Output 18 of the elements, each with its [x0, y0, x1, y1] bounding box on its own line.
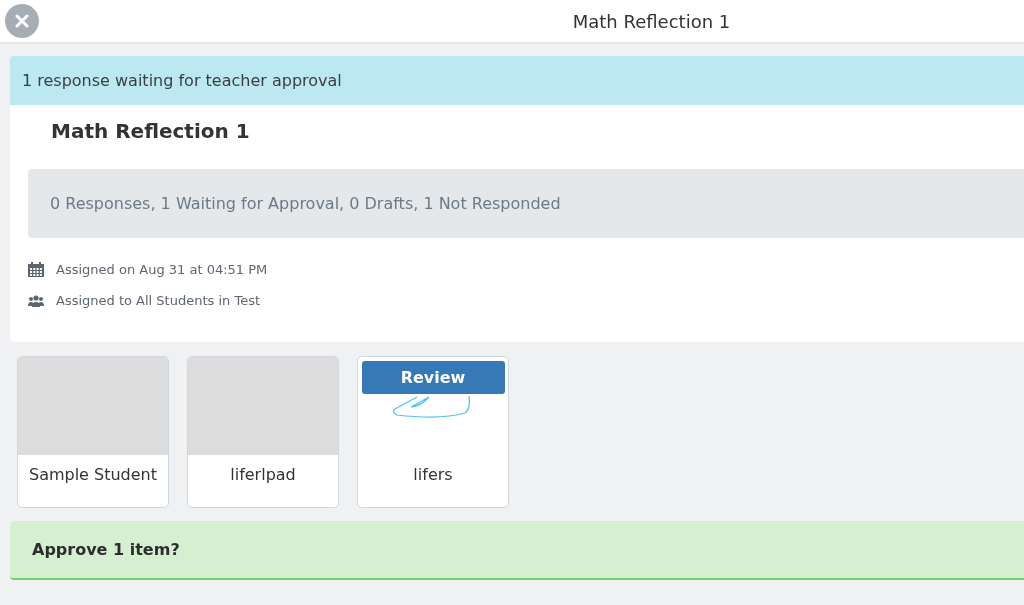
approval-alert: 1 response waiting for teacher approval [10, 56, 1024, 105]
student-card[interactable]: Review lifers [357, 356, 509, 508]
approve-prompt: Approve 1 item? [10, 521, 1024, 580]
student-name: lifers [412, 464, 454, 486]
close-icon [15, 14, 29, 28]
review-button[interactable]: Review [361, 361, 505, 394]
response-summary: 0 Responses, 1 Waiting for Approval, 0 Drafts, 1 Not Responded [28, 169, 1024, 238]
student-card[interactable]: Sample Student [17, 356, 169, 508]
student-name: Sample Student [27, 464, 159, 486]
window-title: Math Reflection 1 [571, 10, 732, 32]
student-name: liferlpad [229, 464, 297, 486]
student-card[interactable]: liferlpad [187, 356, 339, 508]
group-icon [28, 294, 44, 307]
close-button[interactable] [5, 4, 39, 38]
assigned-group: Assigned to All Students in Test [56, 293, 261, 308]
assigned-date: Assigned on Aug 31 at 04:51 PM [56, 262, 268, 277]
calendar-icon [28, 262, 44, 277]
assignment-title: Math Reflection 1 [51, 119, 251, 143]
